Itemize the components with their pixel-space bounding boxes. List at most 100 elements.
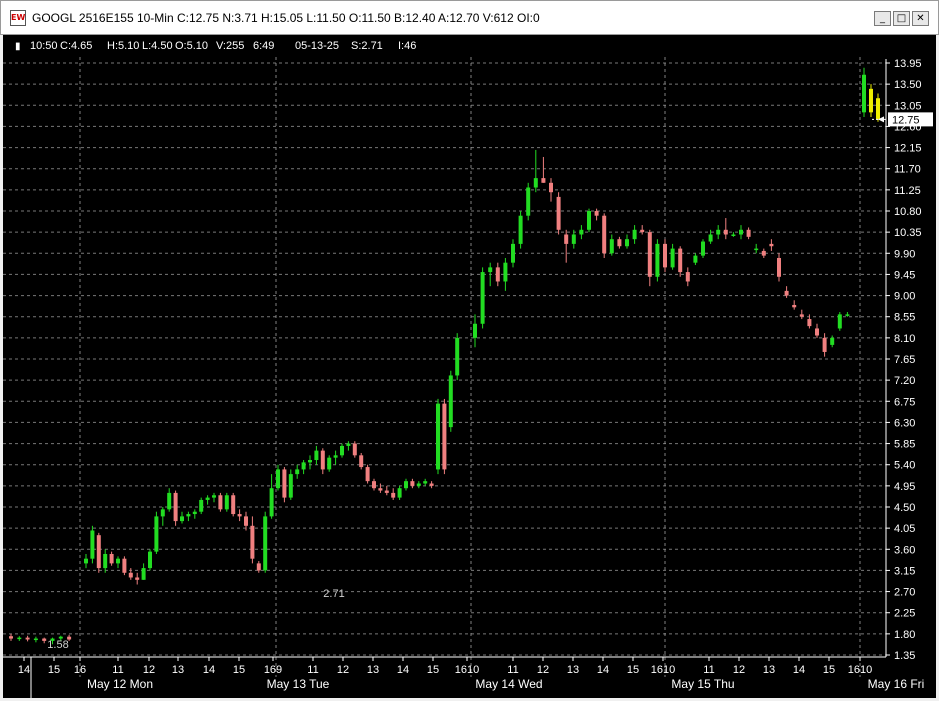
candle-body bbox=[103, 553, 108, 569]
candle-body bbox=[180, 516, 184, 522]
candle-body bbox=[731, 234, 736, 236]
candle-body bbox=[815, 328, 819, 336]
y-tick-label: 2.25 bbox=[894, 608, 915, 620]
x-tick-label: 12 bbox=[143, 664, 155, 676]
y-tick-label: 4.50 bbox=[894, 502, 915, 514]
candle-body bbox=[549, 182, 553, 193]
candle-body bbox=[587, 211, 591, 230]
y-tick-label: 5.85 bbox=[894, 439, 915, 451]
candle-body bbox=[571, 234, 576, 244]
candle-body bbox=[141, 568, 146, 580]
candle-body bbox=[212, 495, 216, 498]
x-tick-label: 15 bbox=[823, 664, 835, 676]
candle-body bbox=[128, 572, 133, 578]
candle-body bbox=[448, 375, 453, 428]
candle-body bbox=[231, 495, 236, 515]
candle-body bbox=[830, 337, 835, 345]
info-bar-item: H:5.10 bbox=[107, 40, 139, 52]
candle-body bbox=[333, 455, 338, 458]
candle-body bbox=[9, 636, 13, 639]
x-tick-label: 15 bbox=[427, 664, 439, 676]
x-tick-label: 13 bbox=[367, 664, 379, 676]
candlestick-chart[interactable]: ▮ 10:50 C:4.65 H:5.10 L:4.50 O:5.10 V:255 6:49 0… bbox=[3, 35, 936, 698]
x-tick-label: 15 bbox=[627, 664, 639, 676]
candle-body bbox=[288, 474, 293, 498]
candle-body bbox=[511, 243, 515, 263]
y-tick-label: 8.55 bbox=[894, 312, 915, 324]
candle-body bbox=[792, 304, 797, 308]
y-tick-label: 1.35 bbox=[894, 650, 915, 662]
candle-body bbox=[244, 516, 248, 526]
x-tick-label: 13 bbox=[172, 664, 184, 676]
candle-body bbox=[263, 516, 268, 571]
chart-window-icon[interactable]: EW bbox=[10, 10, 26, 26]
y-tick-label: 5.40 bbox=[894, 460, 915, 472]
candle-body bbox=[109, 553, 114, 564]
x-tick-label: 1610 bbox=[848, 664, 872, 676]
candle-body bbox=[365, 467, 370, 482]
candle-body bbox=[564, 234, 569, 244]
candle-body bbox=[480, 272, 485, 324]
candle-body bbox=[541, 178, 546, 183]
candle-body bbox=[90, 530, 95, 559]
candle-body bbox=[609, 239, 614, 254]
maximize-button[interactable]: □ bbox=[893, 11, 910, 26]
candle-body bbox=[678, 248, 683, 273]
candle-body bbox=[617, 239, 622, 247]
candle-body bbox=[594, 211, 599, 216]
title-bar[interactable]: EW GOOGL 2516E155 10-Min C:12.75 N:3.71 … bbox=[0, 0, 939, 35]
candle-body bbox=[148, 551, 152, 569]
candle-body bbox=[647, 232, 652, 277]
x-tick-label: 16 bbox=[74, 664, 86, 676]
candle-body bbox=[135, 577, 140, 580]
candle-body bbox=[192, 511, 197, 515]
candle-body bbox=[391, 492, 396, 498]
info-marker: ▮ bbox=[15, 41, 21, 52]
chart-area[interactable]: ▮ 10:50 C:4.65 H:5.10 L:4.50 O:5.10 V:255 6:49 0… bbox=[3, 35, 936, 698]
candle-body bbox=[269, 488, 274, 517]
info-bar-item: 6:49 bbox=[253, 40, 274, 52]
candle-body bbox=[340, 445, 344, 456]
candle-body bbox=[685, 272, 690, 282]
x-tick-label: 1610 bbox=[651, 664, 675, 676]
candle-body bbox=[154, 516, 159, 552]
window-title: GOOGL 2516E155 10-Min C:12.75 N:3.71 H:1… bbox=[32, 11, 540, 25]
y-tick-label: 7.20 bbox=[894, 375, 915, 387]
info-bar-item: 05-13-25 bbox=[295, 40, 339, 52]
y-tick-label: 3.60 bbox=[894, 544, 915, 556]
minimize-button[interactable]: _ bbox=[874, 11, 891, 26]
candle-body bbox=[160, 509, 165, 517]
candle-body bbox=[33, 638, 38, 641]
candle-body bbox=[716, 229, 721, 235]
candle-body bbox=[777, 257, 781, 277]
candle-body bbox=[423, 481, 428, 484]
candle-body bbox=[533, 178, 538, 188]
candle-body bbox=[708, 234, 713, 242]
candle-body bbox=[807, 319, 812, 327]
day-label: May 15 Thu bbox=[671, 677, 734, 691]
close-button[interactable]: ✕ bbox=[912, 11, 929, 26]
x-tick-label: 14 bbox=[597, 664, 609, 676]
y-tick-label: 13.05 bbox=[894, 100, 922, 112]
info-bar-item: 10:50 bbox=[30, 40, 58, 52]
candle-body bbox=[42, 638, 47, 641]
y-tick-label: 13.95 bbox=[894, 58, 922, 70]
x-tick-label: 12 bbox=[733, 664, 745, 676]
x-tick-label: 15 bbox=[233, 664, 245, 676]
candle-body bbox=[556, 196, 561, 230]
candle-body bbox=[693, 255, 698, 263]
candle-body bbox=[655, 243, 660, 277]
candle-body bbox=[670, 248, 675, 268]
candle-body bbox=[769, 243, 774, 247]
candle-body bbox=[761, 250, 766, 256]
x-tick-label: 11 bbox=[703, 664, 714, 676]
candle-body bbox=[359, 455, 364, 468]
candle-body bbox=[862, 74, 866, 113]
candle-body bbox=[429, 483, 434, 486]
info-bar-item: C:4.65 bbox=[60, 40, 92, 52]
candle-body bbox=[579, 229, 584, 235]
candle-body bbox=[224, 495, 229, 510]
candle-body bbox=[276, 469, 280, 489]
candle-body bbox=[404, 481, 408, 489]
x-tick-label: 13 bbox=[763, 664, 775, 676]
